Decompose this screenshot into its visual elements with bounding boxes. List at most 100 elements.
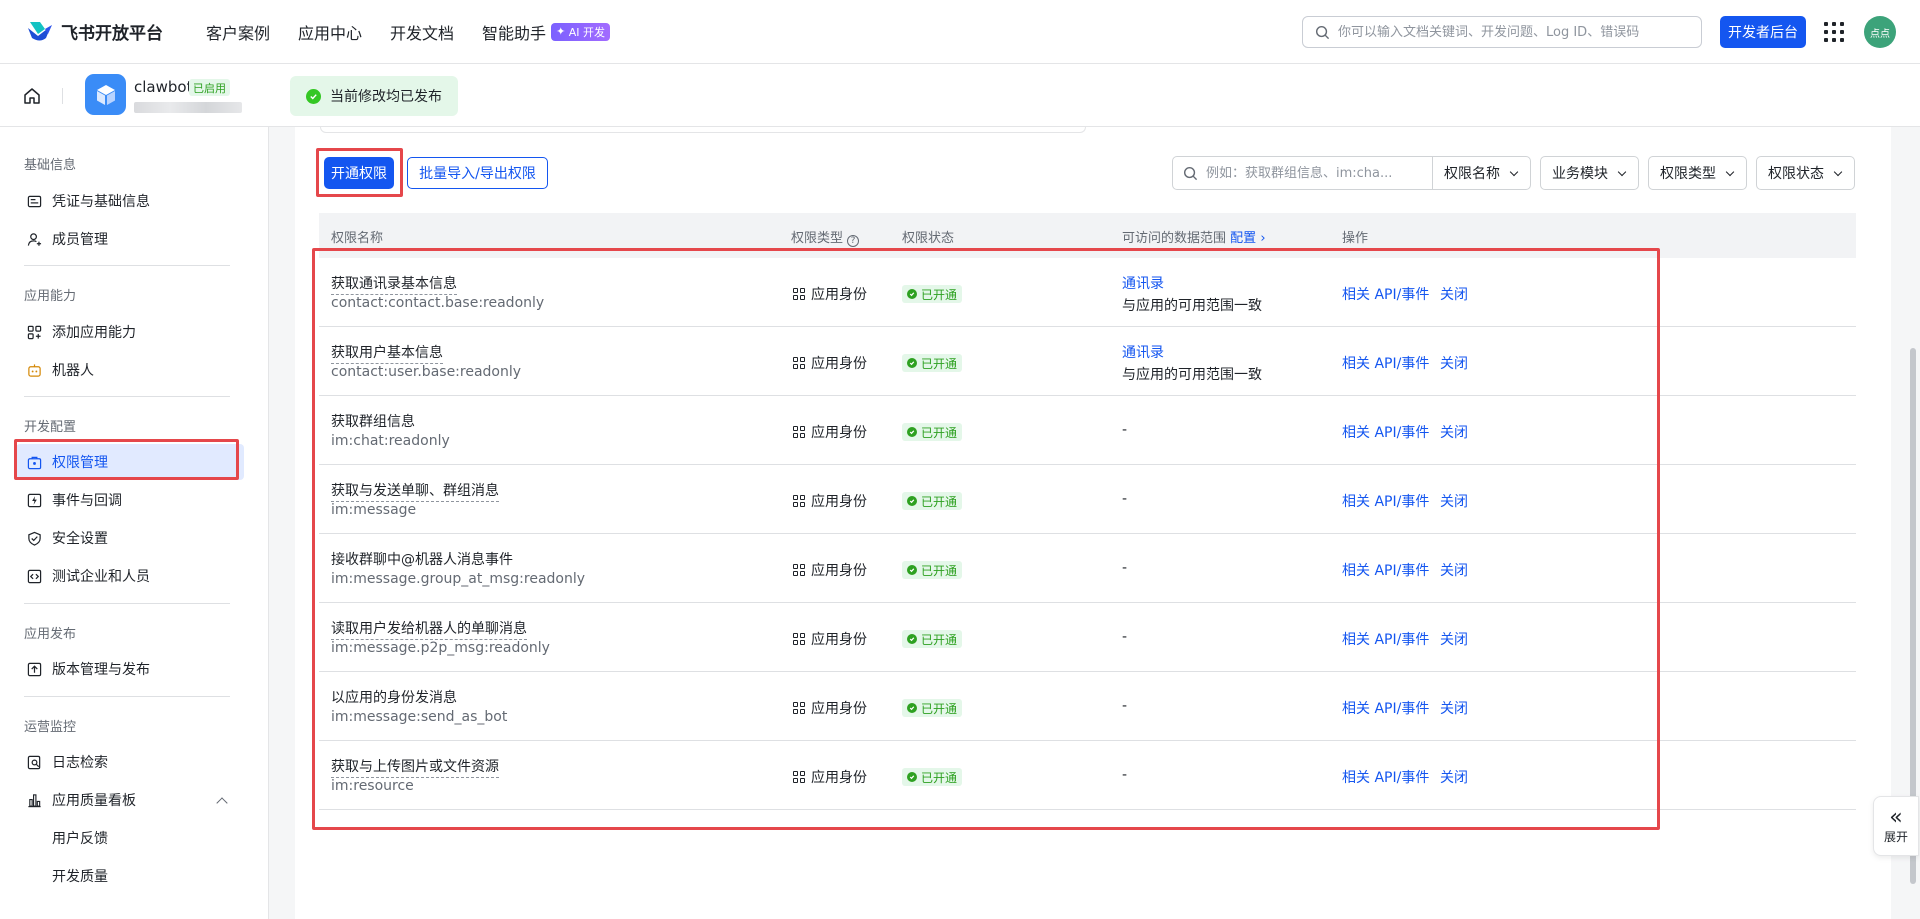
ai-badge-label: AI 开发 <box>568 25 606 39</box>
scope-contacts-link[interactable]: 通讯录 <box>1122 342 1164 362</box>
sidebar-item-label: 事件与回调 <box>52 493 122 509</box>
close-permission-link[interactable]: 关闭 <box>1440 560 1468 580</box>
sidebar-section-monitoring: 运营监控 <box>24 720 77 735</box>
scope-empty: - <box>1122 767 1128 783</box>
publish-status-text: 当前修改均已发布 <box>330 89 442 105</box>
app-cube-icon <box>85 74 126 115</box>
permission-type: 应用身份 <box>793 767 867 787</box>
sidebar-item-log-search[interactable]: 日志检索 <box>16 744 244 780</box>
filter-permission-name[interactable]: 权限名称 <box>1432 156 1531 190</box>
related-api-link[interactable]: 相关 API/事件 <box>1342 698 1429 718</box>
close-permission-link[interactable]: 关闭 <box>1440 284 1468 304</box>
publish-status-banner: 当前修改均已发布 <box>290 76 458 116</box>
check-circle-icon <box>907 703 917 713</box>
apps-grid-icon[interactable] <box>1824 22 1844 42</box>
sidebar-item-security[interactable]: 安全设置 <box>16 520 244 556</box>
status-badge: 已开通 <box>902 354 963 372</box>
permission-type: 应用身份 <box>793 284 867 304</box>
brand-logo[interactable]: 飞书开放平台 <box>26 19 163 44</box>
help-icon[interactable]: ? <box>847 235 860 247</box>
permission-name: 读取用户发给机器人的单聊消息 <box>331 618 527 640</box>
sidebar-item-dev-quality[interactable]: 开发质量 <box>16 858 244 894</box>
nav-smart-assistant[interactable]: 智能助手 ✦ AI 开发 <box>482 20 611 44</box>
app-identity-icon <box>793 702 805 714</box>
credential-icon <box>26 193 42 209</box>
related-api-link[interactable]: 相关 API/事件 <box>1342 560 1429 580</box>
scope-contacts-link[interactable]: 通讯录 <box>1122 273 1164 293</box>
permission-search[interactable] <box>1172 156 1434 190</box>
col-permission-type: 权限类型? <box>791 227 860 247</box>
related-api-link[interactable]: 相关 API/事件 <box>1342 491 1429 511</box>
home-icon[interactable] <box>22 86 42 106</box>
table-row: 获取与上传图片或文件资源 im:resource 应用身份 已开通 - 相关 A… <box>319 741 1856 810</box>
feishu-logo-icon <box>26 20 53 44</box>
app-header: clawbot 已启用 当前修改均已发布 <box>0 64 1920 127</box>
close-permission-link[interactable]: 关闭 <box>1440 353 1468 373</box>
check-circle-icon <box>907 358 917 368</box>
close-permission-link[interactable]: 关闭 <box>1440 629 1468 649</box>
doc-search-input[interactable] <box>1338 24 1678 40</box>
permission-type-label: 应用身份 <box>811 701 867 717</box>
close-permission-link[interactable]: 关闭 <box>1440 698 1468 718</box>
sidebar-item-robot[interactable]: 机器人 <box>16 352 244 388</box>
filter-permission-type[interactable]: 权限类型 <box>1648 156 1747 190</box>
status-label: 已开通 <box>921 494 958 509</box>
permission-name: 获取与发送单聊、群组消息 <box>331 480 499 502</box>
ai-badge: ✦ AI 开发 <box>551 22 611 41</box>
sidebar-item-add-capability[interactable]: 添加应用能力 <box>16 314 244 350</box>
status-label: 已开通 <box>921 287 958 302</box>
nav-dev-docs[interactable]: 开发文档 <box>390 20 454 44</box>
related-api-link[interactable]: 相关 API/事件 <box>1342 284 1429 304</box>
sidebar-section-dev-config: 开发配置 <box>24 420 77 435</box>
scope-empty: - <box>1122 422 1128 438</box>
sidebar-item-events[interactable]: 事件与回调 <box>16 482 244 518</box>
sidebar-item-user-feedback[interactable]: 用户反馈 <box>16 820 244 856</box>
sidebar-item-test-enterprise[interactable]: 测试企业和人员 <box>16 558 244 594</box>
permission-code: im:message <box>331 502 417 518</box>
sidebar-item-versions[interactable]: 版本管理与发布 <box>16 651 244 687</box>
nav-app-center[interactable]: 应用中心 <box>298 20 362 44</box>
filter-permission-status[interactable]: 权限状态 <box>1756 156 1855 190</box>
nav-customer-cases[interactable]: 客户案例 <box>206 20 270 44</box>
expand-label: 展开 <box>1883 829 1908 844</box>
scope-config-link[interactable]: 配置 › <box>1230 231 1265 246</box>
permission-name: 以应用的身份发消息 <box>331 690 457 706</box>
expand-panel-button[interactable]: « 展开 <box>1873 796 1919 856</box>
filter-permission-name-label: 权限名称 <box>1444 166 1500 182</box>
upload-icon <box>26 661 42 677</box>
table-row: 获取群组信息 im:chat:readonly 应用身份 已开通 - 相关 AP… <box>319 396 1856 465</box>
dev-console-button[interactable]: 开发者后台 <box>1720 16 1806 48</box>
open-permission-button[interactable]: 开通权限 <box>324 157 394 189</box>
sidebar-item-label: 凭证与基础信息 <box>52 194 150 210</box>
sidebar-divider <box>24 396 230 397</box>
related-api-link[interactable]: 相关 API/事件 <box>1342 422 1429 442</box>
close-permission-link[interactable]: 关闭 <box>1440 491 1468 511</box>
scope-empty: - <box>1122 491 1128 507</box>
related-api-link[interactable]: 相关 API/事件 <box>1342 767 1429 787</box>
sidebar-item-label: 应用质量看板 <box>52 793 136 809</box>
nav-smart-assistant-label: 智能助手 <box>482 23 547 43</box>
check-circle-icon <box>907 772 917 782</box>
permission-type-label: 应用身份 <box>811 770 867 786</box>
permission-search-input[interactable] <box>1206 165 1426 181</box>
sidebar-item-permissions[interactable]: 权限管理 <box>16 444 244 480</box>
check-circle-icon <box>907 496 917 506</box>
batch-import-export-button[interactable]: 批量导入/导出权限 <box>407 157 548 189</box>
related-api-link[interactable]: 相关 API/事件 <box>1342 629 1429 649</box>
avatar[interactable]: 点点 <box>1864 16 1896 48</box>
close-permission-link[interactable]: 关闭 <box>1440 422 1468 442</box>
doc-search[interactable] <box>1302 16 1702 48</box>
filter-business-module[interactable]: 业务模块 <box>1540 156 1639 190</box>
table-header: 权限名称 权限类型? 权限状态 可访问的数据范围 配置 › 操作 <box>319 213 1856 258</box>
related-api-link[interactable]: 相关 API/事件 <box>1342 353 1429 373</box>
shield-icon <box>26 530 42 546</box>
scope-description: 与应用的可用范围一致 <box>1122 298 1262 314</box>
log-search-icon <box>26 754 42 770</box>
app-identity-icon <box>793 288 805 300</box>
sidebar-item-credentials[interactable]: 凭证与基础信息 <box>16 183 244 219</box>
sidebar-item-quality-board[interactable]: 应用质量看板 <box>16 782 244 818</box>
close-permission-link[interactable]: 关闭 <box>1440 767 1468 787</box>
permission-icon <box>26 454 42 470</box>
sidebar-item-members[interactable]: 成员管理 <box>16 221 244 257</box>
permission-type: 应用身份 <box>793 353 867 373</box>
